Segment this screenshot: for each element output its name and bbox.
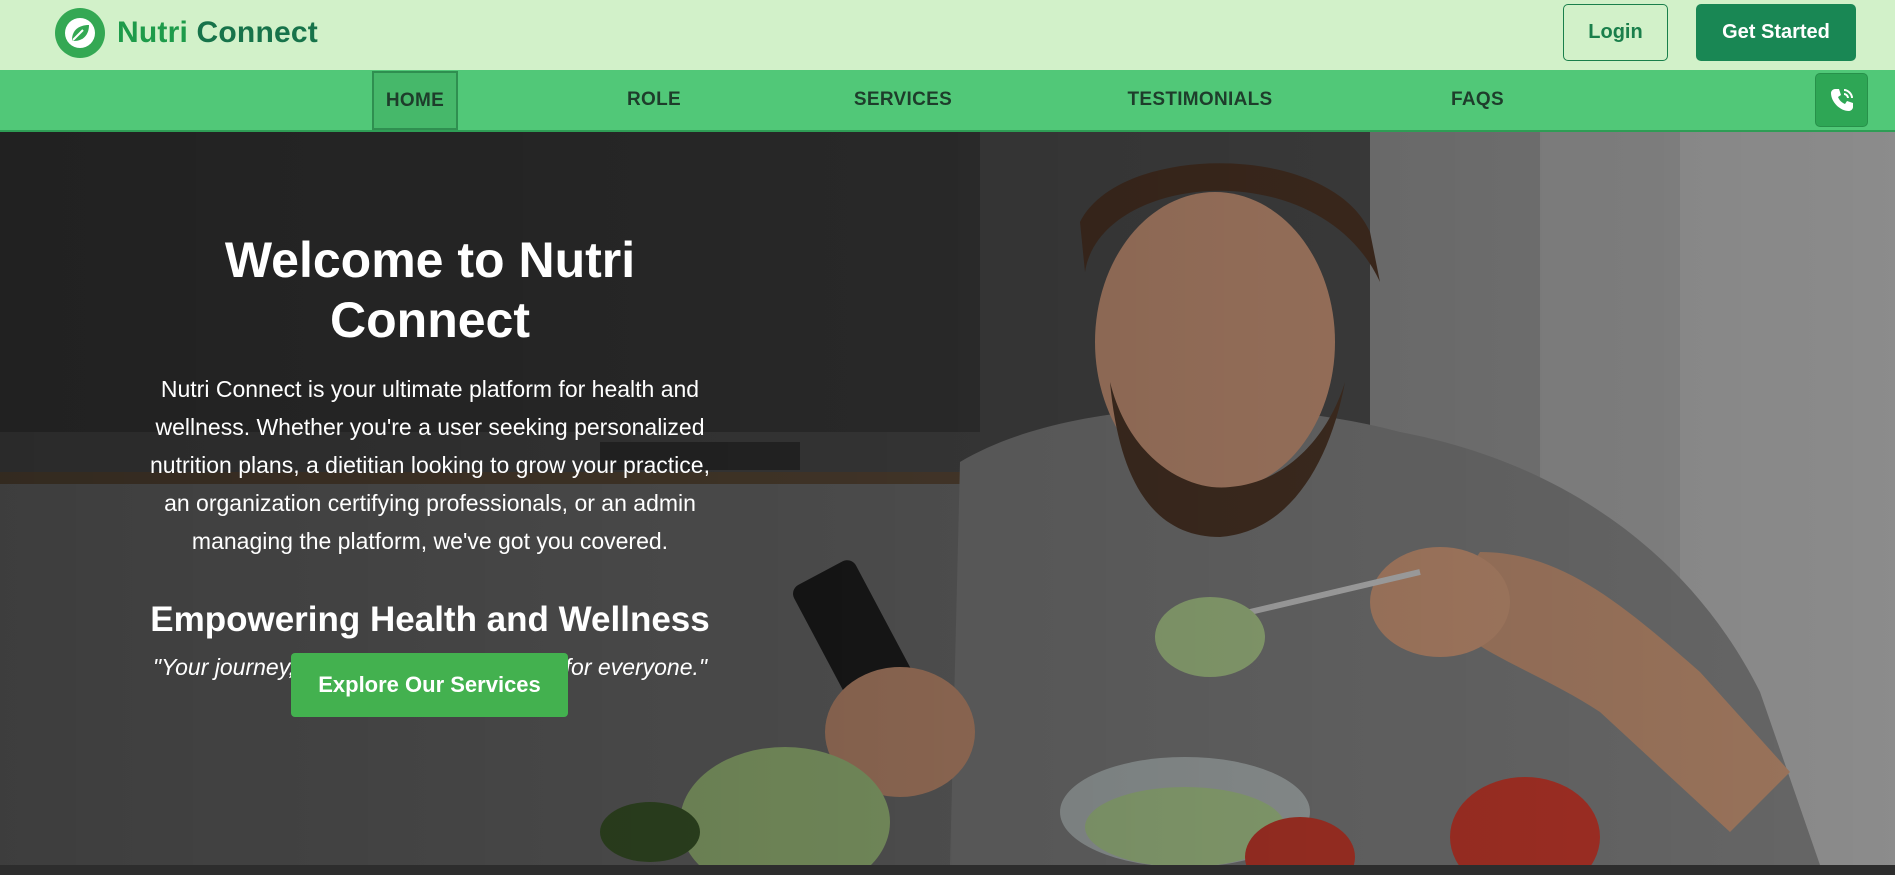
nav-item-services[interactable]: SERVICES xyxy=(843,70,963,130)
taskbar-strip xyxy=(0,865,1895,875)
phone-icon xyxy=(1830,89,1853,111)
top-header: Nutri Connect Login Get Started xyxy=(0,0,1895,70)
nav-item-testimonials[interactable]: TESTIMONIALS xyxy=(1112,70,1288,130)
nav-item-role[interactable]: ROLE xyxy=(604,70,704,130)
brand-name-part1: Nutri xyxy=(117,16,188,49)
main-nav: HOME ROLE SERVICES TESTIMONIALS FAQS xyxy=(0,70,1895,132)
explore-services-button[interactable]: Explore Our Services xyxy=(291,653,568,717)
nav-item-faqs[interactable]: FAQS xyxy=(1440,70,1515,130)
brand-logo[interactable]: Nutri Connect xyxy=(55,8,318,58)
hero-section: Welcome to Nutri Connect Nutri Connect i… xyxy=(0,132,1895,865)
hero-content: Welcome to Nutri Connect Nutri Connect i… xyxy=(130,230,730,681)
phone-button[interactable] xyxy=(1815,73,1868,127)
leaf-icon xyxy=(55,8,105,58)
hero-subtitle: Empowering Health and Wellness xyxy=(150,600,710,639)
hero-title: Welcome to Nutri Connect xyxy=(224,232,636,348)
brand-name: Nutri Connect xyxy=(117,16,318,50)
hero-description: Nutri Connect is your ultimate platform … xyxy=(150,376,710,554)
brand-name-part2: Connect xyxy=(196,16,318,49)
nav-item-home[interactable]: HOME xyxy=(372,71,458,130)
login-button[interactable]: Login xyxy=(1563,4,1668,61)
get-started-button[interactable]: Get Started xyxy=(1696,4,1856,61)
